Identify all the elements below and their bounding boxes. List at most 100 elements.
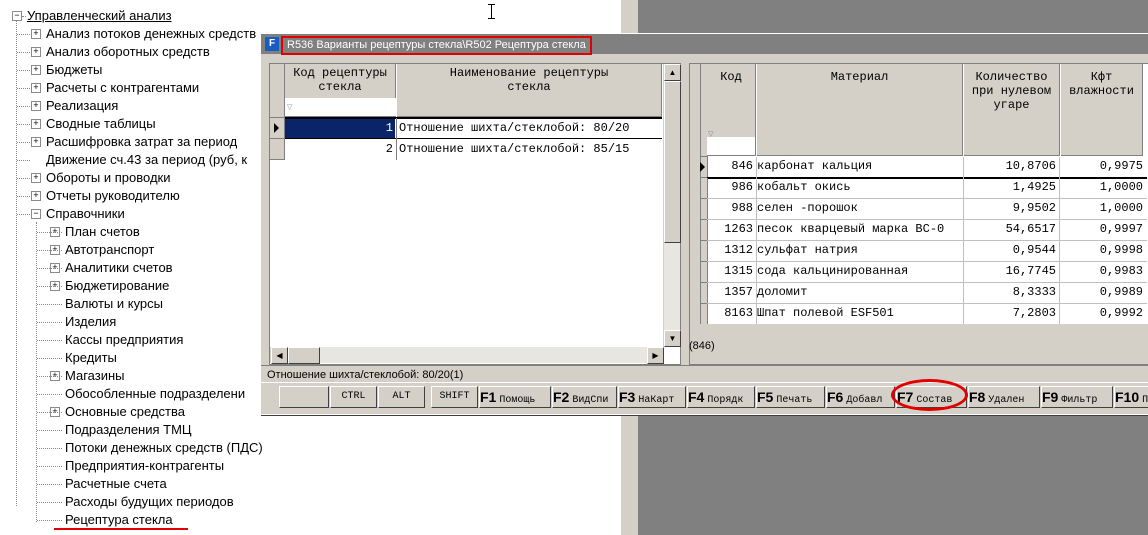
expand-icon[interactable]: + <box>31 65 41 75</box>
humidity-coef-cell: 0,9998 <box>1099 243 1143 257</box>
tree-item[interactable]: Основные средства <box>65 404 185 420</box>
humidity-coef-cell: 0,9983 <box>1099 264 1143 278</box>
collapse-icon[interactable]: − <box>12 11 22 21</box>
function-key-caption: Печать <box>776 395 813 406</box>
expand-icon[interactable]: + <box>31 47 41 57</box>
tree-item[interactable]: Движение сч.43 за период (руб, к <box>46 152 247 168</box>
humidity-coef-cell: 0,9975 <box>1099 159 1143 173</box>
tree-item[interactable]: Бюджетирование <box>65 278 169 294</box>
tree-item[interactable]: Предприятия-контрагенты <box>65 458 224 474</box>
tree-item[interactable]: Аналитики счетов <box>65 260 173 276</box>
expand-icon[interactable]: + <box>31 29 41 39</box>
table-row[interactable]: 8163 Шпат полевой ESF501 7,2803 0,9992 <box>707 304 1147 325</box>
quantity-cell: 10,8706 <box>1005 159 1056 173</box>
view-list-button[interactable]: F2 ВидСпи <box>552 386 617 408</box>
scroll-left-icon[interactable]: ◀ <box>271 347 288 364</box>
tree-item[interactable]: Расшифровка затрат за период <box>46 134 237 150</box>
tree-connector <box>37 232 62 233</box>
print-button[interactable]: F5 Печать <box>756 386 825 408</box>
column-divider <box>1059 262 1060 283</box>
tree-item[interactable]: Кредиты <box>65 350 117 366</box>
tree-item[interactable]: Изделия <box>65 314 116 330</box>
add-button[interactable]: F6 Добавл <box>826 386 895 408</box>
table-row[interactable]: 1315 сода кальцинированная 16,7745 0,9983 <box>707 262 1147 283</box>
column-divider <box>1059 241 1060 262</box>
tree-item[interactable]: Магазины <box>65 368 125 384</box>
tree-item[interactable]: Кассы предприятия <box>65 332 183 348</box>
tree-item[interactable]: Справочники <box>46 206 125 222</box>
header-recipe-name[interactable]: Наименование рецептуры стекла <box>397 64 662 117</box>
scroll-up-icon[interactable]: ▲ <box>664 64 681 81</box>
tree-item[interactable]: Анализ оборотных средств <box>46 44 210 60</box>
tree-item[interactable]: Обособленные подразделени <box>65 386 245 402</box>
tree-item[interactable]: Сводные таблицы <box>46 116 156 132</box>
search-button[interactable]: F10Поис <box>1114 386 1148 408</box>
tree-item[interactable]: Валюты и курсы <box>65 296 163 312</box>
tree-connector <box>17 160 30 161</box>
table-row[interactable]: 846 карбонат кальция 10,8706 0,9975 <box>707 157 1147 179</box>
table-row[interactable]: 1263 песок кварцевый марка ВС-0 54,6517 0,9… <box>707 220 1147 241</box>
tree-item[interactable]: Потоки денежных средств (ПДС) <box>65 440 263 456</box>
header-material[interactable]: Материал <box>757 64 963 156</box>
table-row[interactable]: 1312 сульфат натрия 0,9544 0,9998 <box>707 241 1147 262</box>
delete-button[interactable]: F8 Удален <box>968 386 1040 408</box>
recipe-code-cell: 1 <box>285 119 395 138</box>
material-code-cell: 846 <box>731 159 753 173</box>
expand-icon[interactable]: + <box>31 191 41 201</box>
tree-item[interactable]: Расходы будущих периодов <box>65 494 234 510</box>
expand-icon[interactable]: + <box>31 173 41 183</box>
table-row[interactable]: 1 Отношение шихта/стеклобой: 80/20 <box>285 119 662 139</box>
expand-icon[interactable]: + <box>31 83 41 93</box>
expand-icon[interactable]: + <box>31 119 41 129</box>
scroll-right-icon[interactable]: ▶ <box>647 347 664 364</box>
scroll-thumb[interactable] <box>288 347 320 364</box>
column-divider <box>396 118 397 160</box>
recipe-variants-grid[interactable]: Код рецептуры стекла Наименование рецепт… <box>269 63 681 365</box>
filter-cell[interactable] <box>707 137 755 155</box>
tree-connector <box>17 52 30 53</box>
scroll-down-icon[interactable]: ▼ <box>664 330 681 347</box>
current-row-arrow-icon <box>274 123 279 133</box>
shift-key[interactable]: SHIFT <box>431 386 478 408</box>
vertical-scrollbar[interactable]: ▲ ▼ <box>663 64 681 347</box>
tree-item[interactable]: Расчетные счета <box>65 476 167 492</box>
tree-root-label[interactable]: Управленческий анализ <box>27 8 172 24</box>
table-row[interactable]: 2 Отношение шихта/стеклобой: 85/15 <box>285 140 662 159</box>
tree-item[interactable]: Бюджеты <box>46 62 102 78</box>
horizontal-scrollbar[interactable]: ◀ ▶ <box>270 347 664 364</box>
scroll-thumb[interactable] <box>664 81 681 243</box>
tree-item[interactable]: Подразделения ТМЦ <box>65 422 192 438</box>
tree-item[interactable]: Анализ потоков денежных средств <box>46 26 256 42</box>
function-key-bar: CTRL ALT SHIFT F1 Помощь F2 ВидСпи F3 НаКарт F… <box>279 386 1148 408</box>
to-card-button[interactable]: F3 НаКарт <box>618 386 686 408</box>
function-key-caption: Порядк <box>707 395 744 406</box>
current-row-arrow-icon <box>700 162 705 172</box>
tree-item[interactable]: Реализация <box>46 98 118 114</box>
tree-item[interactable]: Обороты и проводки <box>46 170 170 186</box>
dialog-titlebar[interactable]: F R536 Варианты рецептуры стекла\R502 Ре… <box>261 34 1148 55</box>
help-button[interactable]: F1 Помощь <box>479 386 551 408</box>
expand-icon[interactable]: + <box>31 137 41 147</box>
filter-cell[interactable] <box>285 98 396 116</box>
filter-button[interactable]: F9 Фильтр <box>1041 386 1113 408</box>
tree-item-selected[interactable]: Рецептура стекла <box>65 512 173 528</box>
tree-item[interactable]: План счетов <box>65 224 140 240</box>
table-row[interactable]: 1357 доломит 8,3333 0,9989 <box>707 283 1147 304</box>
column-divider <box>1059 178 1060 199</box>
table-row[interactable]: 986 кобальт окись 1,4925 1,0000 <box>707 178 1147 199</box>
collapse-icon[interactable]: − <box>31 209 41 219</box>
tree-connector <box>37 322 62 323</box>
ctrl-key[interactable]: CTRL <box>330 386 377 408</box>
column-divider <box>963 178 964 199</box>
alt-key[interactable]: ALT <box>378 386 425 408</box>
tree-item[interactable]: Автотранспорт <box>65 242 154 258</box>
tree-item[interactable]: Расчеты с контрагентами <box>46 80 199 96</box>
header-quantity[interactable]: Количество при нулевом угаре <box>964 64 1060 156</box>
header-humidity-coef[interactable]: Кфт влажности <box>1061 64 1143 156</box>
recipe-materials-grid[interactable]: Код ▽ Материал Количество при нулевом уг… <box>689 63 1148 365</box>
quantity-cell: 54,6517 <box>1005 222 1056 236</box>
order-button[interactable]: F4 Порядк <box>687 386 755 408</box>
tree-item[interactable]: Отчеты руководителю <box>46 188 180 204</box>
table-row[interactable]: 988 селен -порошок 9,9502 1,0000 <box>707 199 1147 220</box>
expand-icon[interactable]: + <box>31 101 41 111</box>
